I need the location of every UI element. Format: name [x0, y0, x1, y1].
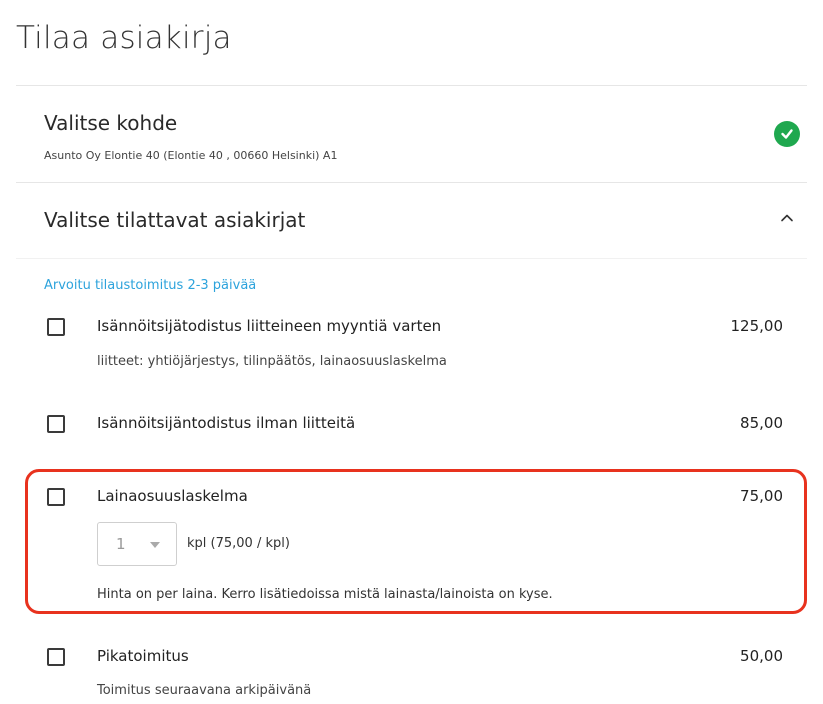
item-1-price: 125,00 [730, 317, 784, 335]
checkbox-item-2[interactable] [47, 415, 65, 433]
quantity-select[interactable]: 1 [97, 522, 177, 566]
documents-section-title[interactable]: Valitse tilattavat asiakirjat [44, 208, 305, 232]
item-4-price: 50,00 [740, 647, 783, 665]
divider-top [16, 85, 807, 86]
divider-mid [16, 182, 807, 183]
item-4-label: Pikatoimitus [97, 647, 189, 665]
item-3-label: Lainaosuuslaskelma [97, 487, 248, 505]
check-mark-icon [781, 129, 793, 139]
caret-down-icon [150, 542, 160, 548]
target-address: Asunto Oy Elontie 40 (Elontie 40 , 00660… [44, 149, 338, 162]
quantity-unit: kpl (75,00 / kpl) [187, 536, 290, 551]
page-title: Tilaa asiakirja [16, 20, 232, 56]
checkbox-item-4[interactable] [47, 648, 65, 666]
item-2-label: Isännöitsijäntodistus ilman liitteitä [97, 414, 356, 432]
item-4-desc: Toimitus seuraavana arkipäivänä [97, 683, 312, 698]
chevron-up-icon[interactable] [778, 210, 796, 224]
item-1-desc: liitteet: yhtiöjärjestys, tilinpäätös, l… [97, 354, 447, 369]
check-circle-icon [774, 121, 800, 147]
item-2-price: 85,00 [740, 414, 783, 432]
item-1-label: Isännöitsijätodistus liitteineen myyntiä… [97, 317, 442, 335]
item-3-desc: Hinta on per laina. Kerro lisätiedoissa … [97, 587, 553, 602]
divider-soft [16, 258, 807, 259]
checkbox-item-3[interactable] [47, 488, 65, 506]
delivery-note: Arvoitu tilaustoimitus 2-3 päivää [44, 278, 257, 293]
checkbox-item-1[interactable] [47, 318, 65, 336]
quantity-value: 1 [116, 535, 126, 553]
target-section-title[interactable]: Valitse kohde [44, 111, 177, 135]
item-3-price: 75,00 [740, 487, 783, 505]
